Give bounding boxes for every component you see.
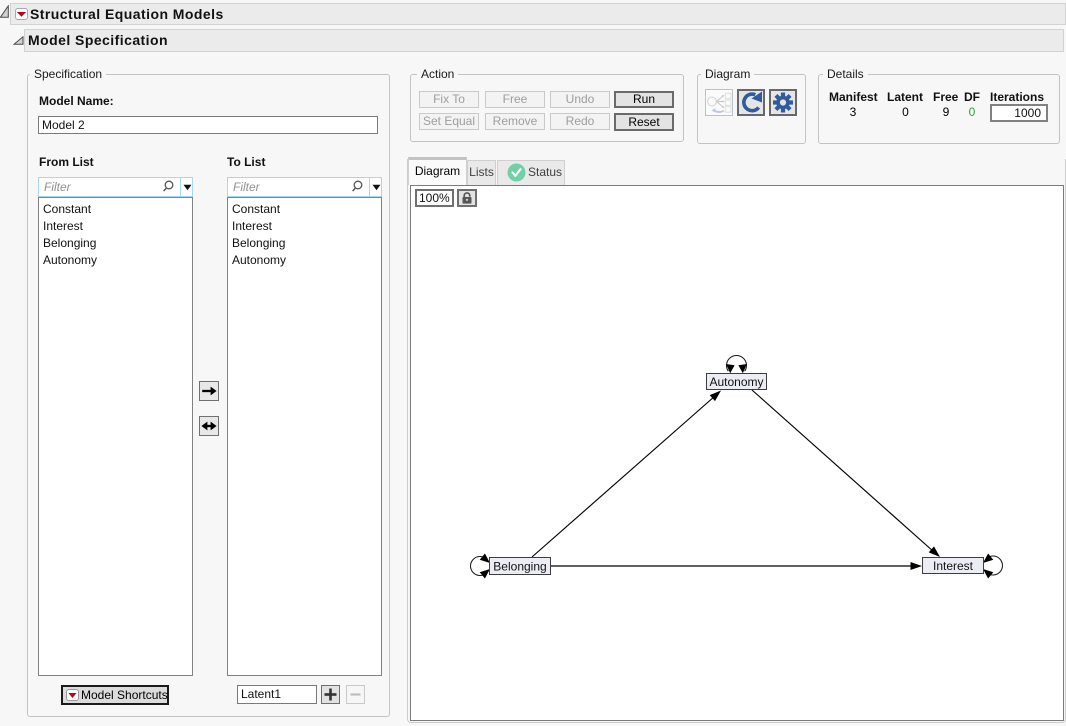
svg-text:Autonomy: Autonomy (709, 375, 763, 389)
svg-text:Interest: Interest (933, 559, 974, 573)
svg-text:Belonging: Belonging (493, 560, 546, 574)
